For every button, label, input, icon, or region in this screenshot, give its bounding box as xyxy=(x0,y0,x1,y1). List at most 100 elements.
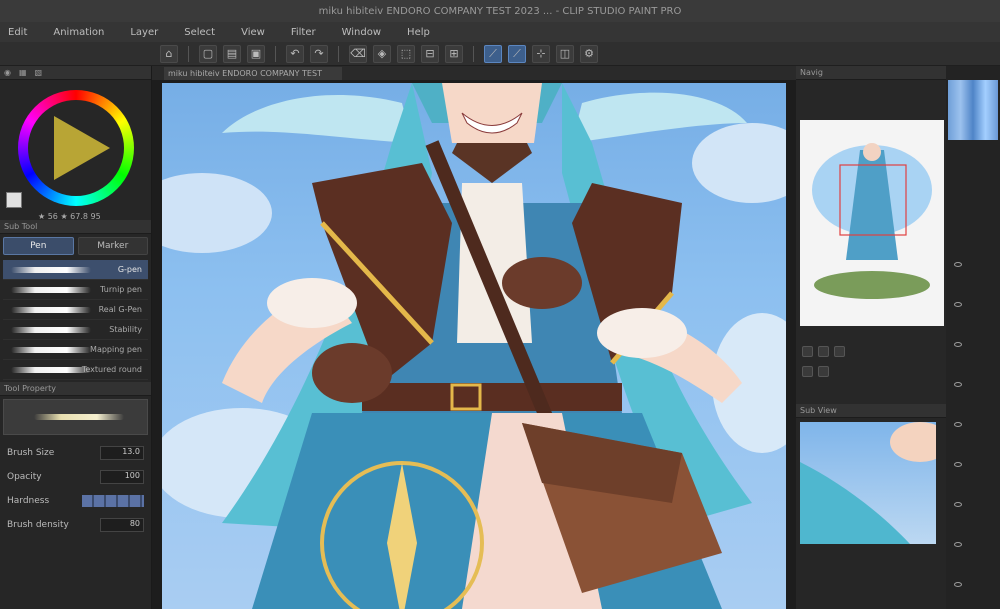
crop-icon[interactable]: ⊞ xyxy=(445,44,463,63)
navigator-preview xyxy=(812,143,932,299)
brush-name: Real G-Pen xyxy=(98,305,142,314)
zoom-in-icon[interactable] xyxy=(818,346,829,357)
glove-right xyxy=(502,257,582,309)
rotate-icon[interactable] xyxy=(834,346,845,357)
eye-icon[interactable] xyxy=(954,502,962,507)
hardness-slider[interactable] xyxy=(82,495,144,507)
eye-icon[interactable] xyxy=(954,262,962,267)
preview-head xyxy=(863,143,881,161)
opacity-field[interactable]: 100 xyxy=(100,470,144,484)
eye-icon[interactable] xyxy=(954,542,962,547)
eye-icon[interactable] xyxy=(954,302,962,307)
brush-list: G-pen Turnip pen Real G-Pen Stability Ma… xyxy=(0,258,151,382)
brush-size-field[interactable]: 13.0 xyxy=(100,446,144,460)
snap-ruler-icon[interactable]: ⟋ xyxy=(484,44,502,63)
separator xyxy=(473,45,474,62)
brush-stroke-preview xyxy=(11,327,91,333)
brush-item[interactable]: Textured round xyxy=(3,360,148,380)
separator xyxy=(275,45,276,62)
menu-view[interactable]: View xyxy=(241,27,265,38)
reference-icon[interactable]: ◫ xyxy=(556,44,574,63)
navigator-header: Navig xyxy=(796,66,946,80)
brush-stroke-preview xyxy=(11,267,91,273)
eye-icon[interactable] xyxy=(954,342,962,347)
brush-item[interactable]: Stability xyxy=(3,320,148,340)
color-set[interactable] xyxy=(948,80,998,140)
flip-icon[interactable] xyxy=(818,366,829,377)
color-tab-icon[interactable]: ◉ xyxy=(4,68,11,77)
preview-ground xyxy=(814,271,930,299)
brush-name: Stability xyxy=(109,325,142,334)
snap-grid-icon[interactable]: ⊹ xyxy=(532,44,550,63)
canvas-tab-bar: miku hibiteiv ENDORO COMPANY TEST xyxy=(152,66,796,80)
canvas-area[interactable] xyxy=(152,80,796,609)
artwork-canvas[interactable] xyxy=(162,83,786,609)
snap-special-ruler-icon[interactable]: ⟋ xyxy=(508,44,526,63)
sub-view-preview xyxy=(800,422,936,544)
fill-icon[interactable]: ◈ xyxy=(373,44,391,63)
brush-preview xyxy=(3,399,148,435)
color-triangle[interactable] xyxy=(54,116,110,180)
new-file-icon[interactable]: ▢ xyxy=(199,44,217,63)
brush-stroke-preview xyxy=(34,414,124,420)
history-tab-icon[interactable]: ▧ xyxy=(35,68,43,77)
tab-marker[interactable]: Marker xyxy=(77,237,148,255)
sub-view-image[interactable] xyxy=(800,422,936,544)
brush-stroke-preview xyxy=(11,287,91,293)
clear-icon[interactable]: ⌫ xyxy=(349,44,367,63)
belt xyxy=(362,383,622,411)
open-file-icon[interactable]: ▤ xyxy=(223,44,241,63)
deselect-icon[interactable]: ⊟ xyxy=(421,44,439,63)
eye-icon[interactable] xyxy=(954,382,962,387)
settings-icon[interactable]: ⚙ xyxy=(580,44,598,63)
subtool-header: Sub Tool xyxy=(0,220,151,234)
brush-name: G-pen xyxy=(117,265,142,274)
sub-view-header: Sub View xyxy=(796,404,946,418)
brush-item[interactable]: Turnip pen xyxy=(3,280,148,300)
command-bar: ⌂ ▢ ▤ ▣ ↶ ↷ ⌫ ◈ ⬚ ⊟ ⊞ ⟋ ⟋ ⊹ ◫ ⚙ xyxy=(0,42,1000,66)
brush-size-label: Brush Size xyxy=(7,448,55,458)
hardness-label: Hardness xyxy=(7,496,50,506)
save-icon[interactable]: ▣ xyxy=(247,44,265,63)
navigator-thumbnail[interactable] xyxy=(800,120,944,326)
brush-density-field[interactable]: 80 xyxy=(100,518,144,532)
menu-filter[interactable]: Filter xyxy=(291,27,316,38)
menu-layer[interactable]: Layer xyxy=(130,27,158,38)
tool-property-header: Tool Property xyxy=(0,382,151,396)
undo-icon[interactable]: ↶ xyxy=(286,44,304,63)
eye-icon[interactable] xyxy=(954,462,962,467)
palette-tab-icon[interactable]: ▦ xyxy=(19,68,27,77)
zoom-out-icon[interactable] xyxy=(802,346,813,357)
tab-pen[interactable]: Pen xyxy=(3,237,74,255)
menu-help[interactable]: Help xyxy=(407,27,430,38)
sleeve-right xyxy=(597,308,687,358)
artwork-illustration xyxy=(162,83,786,609)
sub-view-hair xyxy=(800,462,910,544)
brush-item[interactable]: Real G-Pen xyxy=(3,300,148,320)
sub-view-panel: Sub View xyxy=(796,404,946,609)
main-color-swatch[interactable] xyxy=(6,192,22,208)
layer-panel xyxy=(946,66,1000,609)
fit-icon[interactable] xyxy=(802,366,813,377)
canvas-tab[interactable]: miku hibiteiv ENDORO COMPANY TEST xyxy=(164,67,342,80)
brush-item[interactable]: Mapping pen xyxy=(3,340,148,360)
subtool-header-label: Sub Tool xyxy=(4,222,38,231)
hsv-readout: ★ 56 ★ 67.8 95 xyxy=(38,212,101,221)
color-panel-header: ◉ ▦ ▧ xyxy=(0,66,151,80)
menu-select[interactable]: Select xyxy=(184,27,215,38)
menu-animation[interactable]: Animation xyxy=(53,27,104,38)
cloud xyxy=(692,123,786,203)
left-panel: ◉ ▦ ▧ ★ 56 ★ 67.8 95 Sub Tool Pen Marker… xyxy=(0,66,152,609)
menu-edit[interactable]: Edit xyxy=(8,27,27,38)
brush-stroke-preview xyxy=(11,347,91,353)
color-wheel[interactable] xyxy=(18,90,134,206)
menu-window[interactable]: Window xyxy=(342,27,381,38)
eye-icon[interactable] xyxy=(954,582,962,587)
brush-stroke-preview xyxy=(11,367,91,373)
transform-icon[interactable]: ⬚ xyxy=(397,44,415,63)
home-icon[interactable]: ⌂ xyxy=(160,44,178,63)
eye-icon[interactable] xyxy=(954,422,962,427)
redo-icon[interactable]: ↷ xyxy=(310,44,328,63)
brush-item[interactable]: G-pen xyxy=(3,260,148,280)
window-title: miku hibiteiv ENDORO COMPANY TEST 2023 .… xyxy=(318,5,682,17)
